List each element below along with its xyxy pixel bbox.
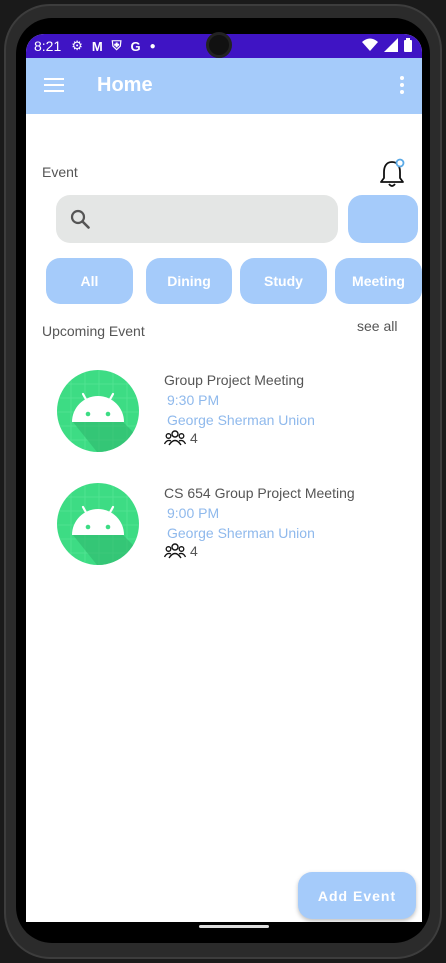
event-time: 9:30 PM (167, 392, 220, 408)
search-input[interactable] (102, 195, 328, 243)
event-attendees: 4 (164, 543, 198, 559)
upcoming-event-label: Upcoming Event (42, 323, 145, 339)
navigation-bar (26, 922, 422, 934)
filter-chip-dining[interactable]: Dining (146, 258, 232, 304)
dot-icon: ● (149, 40, 156, 52)
attendee-count: 4 (190, 430, 198, 446)
status-time: 8:21 (34, 38, 62, 54)
event-title: Group Project Meeting (164, 372, 305, 388)
settings-icon: ⚙ (71, 38, 83, 53)
add-event-button[interactable]: Add Event (298, 872, 416, 919)
filter-chip-all[interactable]: All (46, 258, 133, 304)
menu-icon[interactable] (44, 78, 64, 92)
signal-icon (384, 38, 398, 52)
event-list-item[interactable]: Group Project Meeting 9:30 PM George She… (56, 370, 416, 466)
event-label: Event (42, 164, 78, 180)
front-camera (206, 32, 232, 58)
search-field[interactable] (56, 195, 338, 243)
google-icon: G (130, 38, 141, 54)
filter-chip-study[interactable]: Study (240, 258, 327, 304)
battery-icon (404, 38, 412, 52)
event-list-item[interactable]: CS 654 Group Project Meeting 9:00 PM Geo… (56, 483, 416, 579)
event-avatar-android-icon (57, 370, 139, 452)
home-gesture-handle[interactable] (199, 925, 269, 928)
wifi-icon (362, 38, 378, 51)
status-right (362, 38, 412, 52)
device-bezel: 8:21 ⚙ M ⛨ G ● Home Event All Dining Stu… (16, 18, 430, 943)
attendee-count: 4 (190, 543, 198, 559)
notification-bell-icon[interactable] (378, 158, 406, 188)
see-all-link[interactable]: see all (357, 318, 397, 334)
people-icon (164, 430, 186, 446)
event-location: George Sherman Union (167, 412, 315, 428)
event-location: George Sherman Union (167, 525, 315, 541)
filter-chip-meeting[interactable]: Meeting (335, 258, 422, 304)
more-options-icon[interactable] (400, 76, 404, 94)
shield-icon: ⛨ (111, 38, 122, 53)
search-icon (70, 209, 90, 229)
event-time: 9:00 PM (167, 505, 220, 521)
event-title: CS 654 Group Project Meeting (164, 485, 355, 501)
app-bar: Home (26, 58, 422, 114)
people-icon (164, 543, 186, 559)
page-title: Home (97, 74, 153, 96)
event-attendees: 4 (164, 430, 198, 446)
event-avatar-android-icon (57, 483, 139, 565)
gmail-icon: M (91, 38, 103, 54)
device-frame: 8:21 ⚙ M ⛨ G ● Home Event All Dining Stu… (4, 4, 442, 959)
search-button[interactable] (348, 195, 418, 243)
app-screen: 8:21 ⚙ M ⛨ G ● Home Event All Dining Stu… (26, 34, 422, 922)
